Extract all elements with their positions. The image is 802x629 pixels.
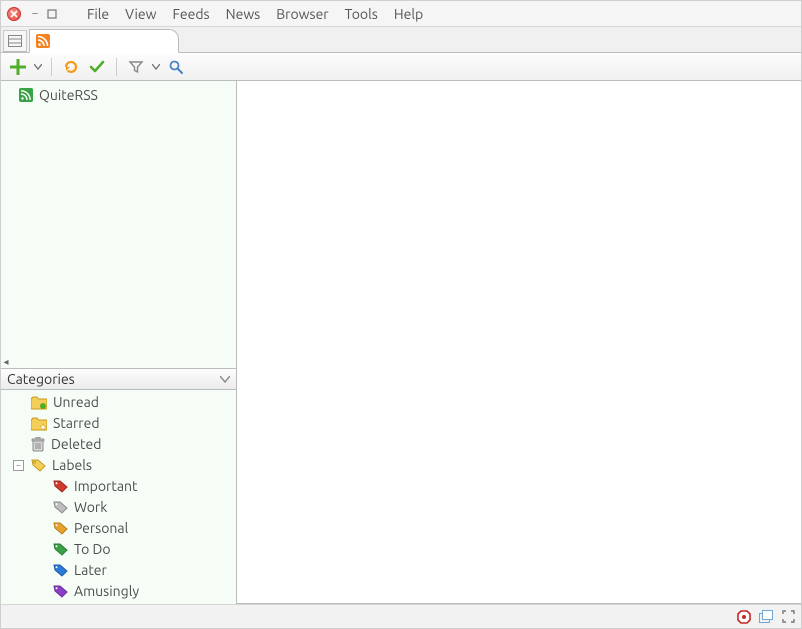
label-text: Later bbox=[74, 561, 107, 580]
main-area: QuiteRSS ◂ Categories Unread bbox=[1, 81, 801, 604]
label-todo[interactable]: To Do bbox=[1, 539, 236, 560]
maximize-icon[interactable] bbox=[47, 9, 63, 19]
active-feed-tab[interactable] bbox=[29, 29, 179, 53]
toolbar bbox=[1, 53, 801, 81]
category-label: Deleted bbox=[51, 435, 101, 454]
sidebar: QuiteRSS ◂ Categories Unread bbox=[1, 81, 237, 604]
filter-button[interactable] bbox=[125, 56, 147, 78]
label-text: Amusingly bbox=[74, 582, 139, 601]
menu-view[interactable]: View bbox=[117, 3, 164, 25]
label-text: Personal bbox=[74, 519, 128, 538]
fullscreen-icon[interactable] bbox=[782, 610, 795, 623]
category-label: Starred bbox=[53, 414, 100, 433]
separator bbox=[51, 58, 52, 76]
label-text: Important bbox=[74, 477, 138, 496]
menubar: − File View Feeds News Browser Tools Hel… bbox=[1, 1, 801, 27]
trash-icon bbox=[31, 437, 45, 452]
categories-header[interactable]: Categories bbox=[1, 368, 236, 390]
category-deleted[interactable]: Deleted bbox=[1, 434, 236, 455]
menu-browser[interactable]: Browser bbox=[268, 3, 336, 25]
category-unread[interactable]: Unread bbox=[1, 392, 236, 413]
categories-body: Unread Starred Delet bbox=[1, 390, 236, 604]
close-icon[interactable] bbox=[7, 7, 21, 21]
menu-feeds[interactable]: Feeds bbox=[165, 3, 218, 25]
refresh-button[interactable] bbox=[60, 56, 82, 78]
label-work[interactable]: Work bbox=[1, 497, 236, 518]
mark-read-button[interactable] bbox=[86, 56, 108, 78]
statusbar bbox=[1, 604, 801, 628]
chevron-down-icon bbox=[220, 376, 230, 383]
feed-label: QuiteRSS bbox=[39, 87, 98, 103]
feed-item[interactable]: QuiteRSS bbox=[1, 85, 236, 105]
tag-icon bbox=[53, 543, 68, 556]
app-window: − File View Feeds News Browser Tools Hel… bbox=[0, 0, 802, 629]
label-later[interactable]: Later bbox=[1, 560, 236, 581]
label-text: Work bbox=[74, 498, 107, 517]
separator bbox=[116, 58, 117, 76]
menu-tools[interactable]: Tools bbox=[337, 3, 386, 25]
menu-news[interactable]: News bbox=[218, 3, 269, 25]
category-labels[interactable]: − Labels bbox=[1, 455, 236, 476]
tag-icon bbox=[53, 564, 68, 577]
content-pane bbox=[237, 81, 801, 604]
minimize-icon[interactable]: − bbox=[27, 7, 43, 20]
tabstrip bbox=[1, 27, 801, 53]
add-feed-button[interactable] bbox=[7, 56, 29, 78]
category-label: Unread bbox=[53, 393, 99, 412]
category-starred[interactable]: Starred bbox=[1, 413, 236, 434]
label-amusingly[interactable]: Amusingly bbox=[1, 581, 236, 602]
windows-icon[interactable] bbox=[759, 610, 774, 623]
tag-icon bbox=[53, 480, 68, 493]
label-personal[interactable]: Personal bbox=[1, 518, 236, 539]
menu-help[interactable]: Help bbox=[386, 3, 431, 25]
menu-file[interactable]: File bbox=[79, 3, 117, 25]
tag-icon bbox=[53, 501, 68, 514]
folder-starred-icon bbox=[31, 417, 47, 431]
feeds-pane: QuiteRSS ◂ bbox=[1, 81, 236, 368]
rss-icon bbox=[36, 34, 50, 48]
search-button[interactable] bbox=[165, 56, 187, 78]
tag-icon bbox=[53, 522, 68, 535]
filter-dropdown[interactable] bbox=[151, 64, 161, 70]
rss-green-icon bbox=[19, 88, 33, 102]
label-important[interactable]: Important bbox=[1, 476, 236, 497]
folder-unread-icon bbox=[31, 396, 47, 410]
category-label: Labels bbox=[52, 456, 92, 475]
label-text: To Do bbox=[74, 540, 111, 559]
tag-icon bbox=[53, 585, 68, 598]
adblock-icon[interactable] bbox=[737, 610, 751, 624]
collapse-handle-icon[interactable]: ◂ bbox=[1, 356, 11, 368]
expander-icon[interactable]: − bbox=[13, 460, 24, 471]
categories-title: Categories bbox=[7, 371, 75, 387]
add-feed-dropdown[interactable] bbox=[33, 64, 43, 70]
tag-yellow-icon bbox=[31, 459, 46, 472]
menu-items: File View Feeds News Browser Tools Help bbox=[79, 3, 431, 25]
layout-tab-button[interactable] bbox=[3, 30, 27, 52]
